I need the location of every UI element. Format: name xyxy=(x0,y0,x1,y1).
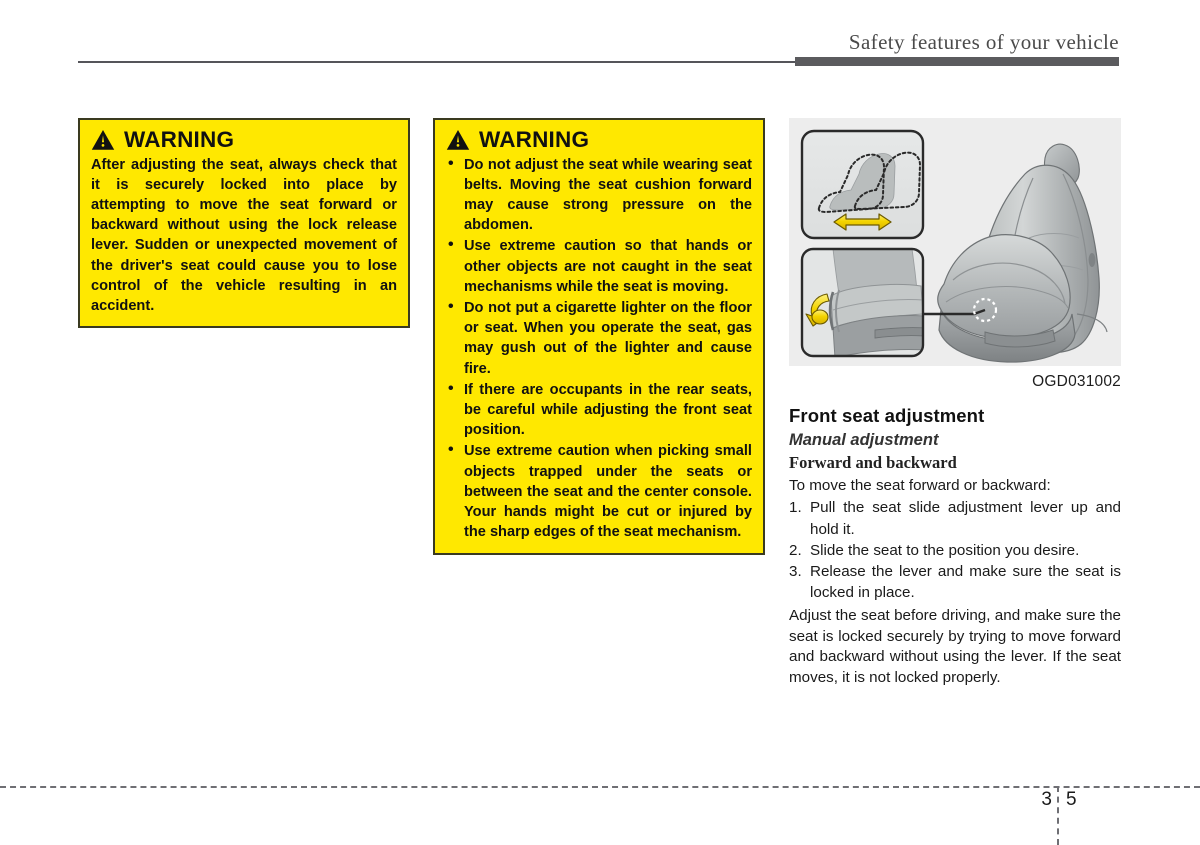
chapter-number: 3 xyxy=(1041,789,1052,810)
footer-page-separator xyxy=(1057,786,1059,845)
warning-bullet-list: Do not adjust the seat while wearing sea… xyxy=(446,154,752,543)
intro-paragraph: To move the seat forward or backward: xyxy=(789,477,1051,494)
left-column: WARNING After adjusting the seat, always… xyxy=(78,118,410,329)
header-rule-thick xyxy=(795,57,1119,66)
right-column: OGD031002 Front seat adjustment Manual a… xyxy=(789,118,1121,689)
list-item: If there are occupants in the rear seats… xyxy=(446,379,752,441)
step-text: Pull the seat slide adjustment lever up … xyxy=(810,499,1121,538)
list-item: Do not adjust the seat while wearing sea… xyxy=(446,154,752,236)
step-number: 1. xyxy=(789,499,802,517)
list-item: 3. Release the lever and make sure the s… xyxy=(789,561,1121,603)
list-item: Do not put a cigarette lighter on the fl… xyxy=(446,297,752,379)
page-title: Safety features of your vehicle xyxy=(848,30,1119,54)
closing-paragraph: Adjust the seat before driving, and make… xyxy=(789,607,1121,686)
figure-code: OGD031002 xyxy=(1032,373,1121,390)
warning-title: WARNING xyxy=(124,127,235,152)
list-item: 2. Slide the seat to the position you de… xyxy=(789,540,1121,561)
step-text: Slide the seat to the position you desir… xyxy=(810,541,1080,559)
seat-lever-pull-up-inset xyxy=(800,247,925,358)
warning-body: After adjusting the seat, always check t… xyxy=(91,156,397,314)
sub-heading: Manual adjustment xyxy=(789,431,939,449)
warning-header: WARNING xyxy=(91,127,397,152)
steps-list: 1. Pull the seat slide adjustment lever … xyxy=(789,497,1121,603)
list-item: Use extreme caution so that hands or oth… xyxy=(446,235,752,297)
warning-title: WARNING xyxy=(479,127,590,152)
footer-divider xyxy=(0,786,1200,788)
warning-box-seat-lock: WARNING After adjusting the seat, always… xyxy=(78,118,410,329)
middle-column: WARNING Do not adjust the seat while wea… xyxy=(433,118,765,556)
step-number: 3. xyxy=(789,563,802,581)
step-number: 2. xyxy=(789,541,802,559)
warning-triangle-icon xyxy=(91,129,115,151)
step-text: Release the lever and make sure the seat… xyxy=(810,563,1121,602)
sub-sub-heading: Forward and backward xyxy=(789,453,957,472)
warning-header: WARNING xyxy=(446,127,752,152)
right-column-text: Front seat adjustment Manual adjustment … xyxy=(789,405,1121,688)
warning-triangle-icon xyxy=(446,129,470,151)
page-number: 5 xyxy=(1066,789,1077,810)
seat-slide-direction-inset xyxy=(800,129,925,240)
section-heading: Front seat adjustment xyxy=(789,405,985,426)
warning-box-seat-cautions: WARNING Do not adjust the seat while wea… xyxy=(433,118,765,556)
list-item: 1. Pull the seat slide adjustment lever … xyxy=(789,497,1121,539)
front-seat-illustration xyxy=(789,118,1121,366)
list-item: Use extreme caution when picking small o… xyxy=(446,440,752,542)
